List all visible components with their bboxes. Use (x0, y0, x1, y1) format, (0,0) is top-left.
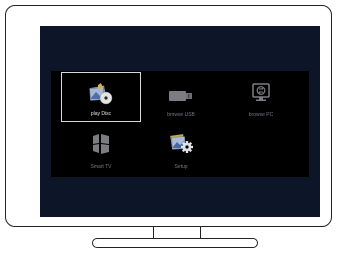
menu-item-label: browse USB (167, 112, 195, 118)
tv-stand-base (92, 238, 258, 248)
menu-item-smart-tv[interactable]: Smart TV (61, 124, 141, 174)
usb-drive-icon (169, 91, 192, 101)
smart-tv-icon (93, 134, 109, 154)
tv-screen: play Disc browse USB browse PC Smart TV … (40, 26, 320, 217)
home-menu-panel: play Disc browse USB browse PC Smart TV … (51, 71, 309, 177)
menu-item-setup[interactable]: Setup (141, 124, 221, 174)
menu-item-browse-pc[interactable]: browse PC (221, 72, 301, 122)
setup-icon (170, 134, 193, 153)
network-pc-icon (252, 83, 270, 101)
menu-item-label: play Disc (90, 111, 112, 117)
menu-item-label: Smart TV (90, 164, 112, 170)
menu-item-play-disc[interactable]: play Disc (61, 72, 141, 122)
menu-item-browse-usb[interactable]: browse USB (141, 72, 221, 122)
menu-item-label: Setup (174, 164, 188, 170)
play-disc-icon (89, 83, 113, 105)
tv-frame: play Disc browse USB browse PC Smart TV … (5, 5, 332, 227)
menu-item-label: browse PC (248, 112, 274, 118)
